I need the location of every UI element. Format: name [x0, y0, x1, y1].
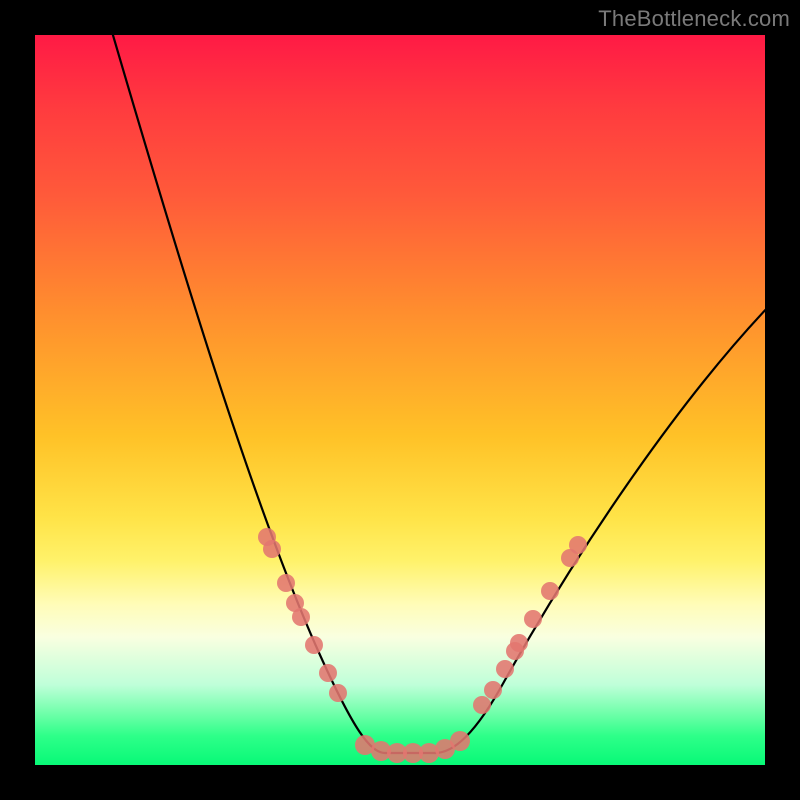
dot-bottom-6 [450, 731, 470, 751]
dot-left-7 [329, 684, 347, 702]
dot-left-5 [305, 636, 323, 654]
dot-right-1 [484, 681, 502, 699]
dots-bottom-group [355, 731, 470, 763]
dot-right-2 [496, 660, 514, 678]
dot-left-6 [319, 664, 337, 682]
plot-area [35, 35, 765, 765]
curves-group [110, 35, 765, 753]
dot-right-8 [569, 536, 587, 554]
dots-right-group [473, 536, 587, 714]
dot-left-4 [292, 608, 310, 626]
dot-right-0 [473, 696, 491, 714]
watermark-text: TheBottleneck.com [598, 6, 790, 32]
dots-left-group [258, 528, 347, 702]
right-curve [435, 305, 765, 753]
dot-left-2 [277, 574, 295, 592]
chart-frame: TheBottleneck.com [0, 0, 800, 800]
chart-svg [35, 35, 765, 765]
dot-left-1 [263, 540, 281, 558]
dot-right-5 [524, 610, 542, 628]
left-curve [110, 35, 385, 753]
dot-right-6 [541, 582, 559, 600]
dot-right-4 [510, 634, 528, 652]
